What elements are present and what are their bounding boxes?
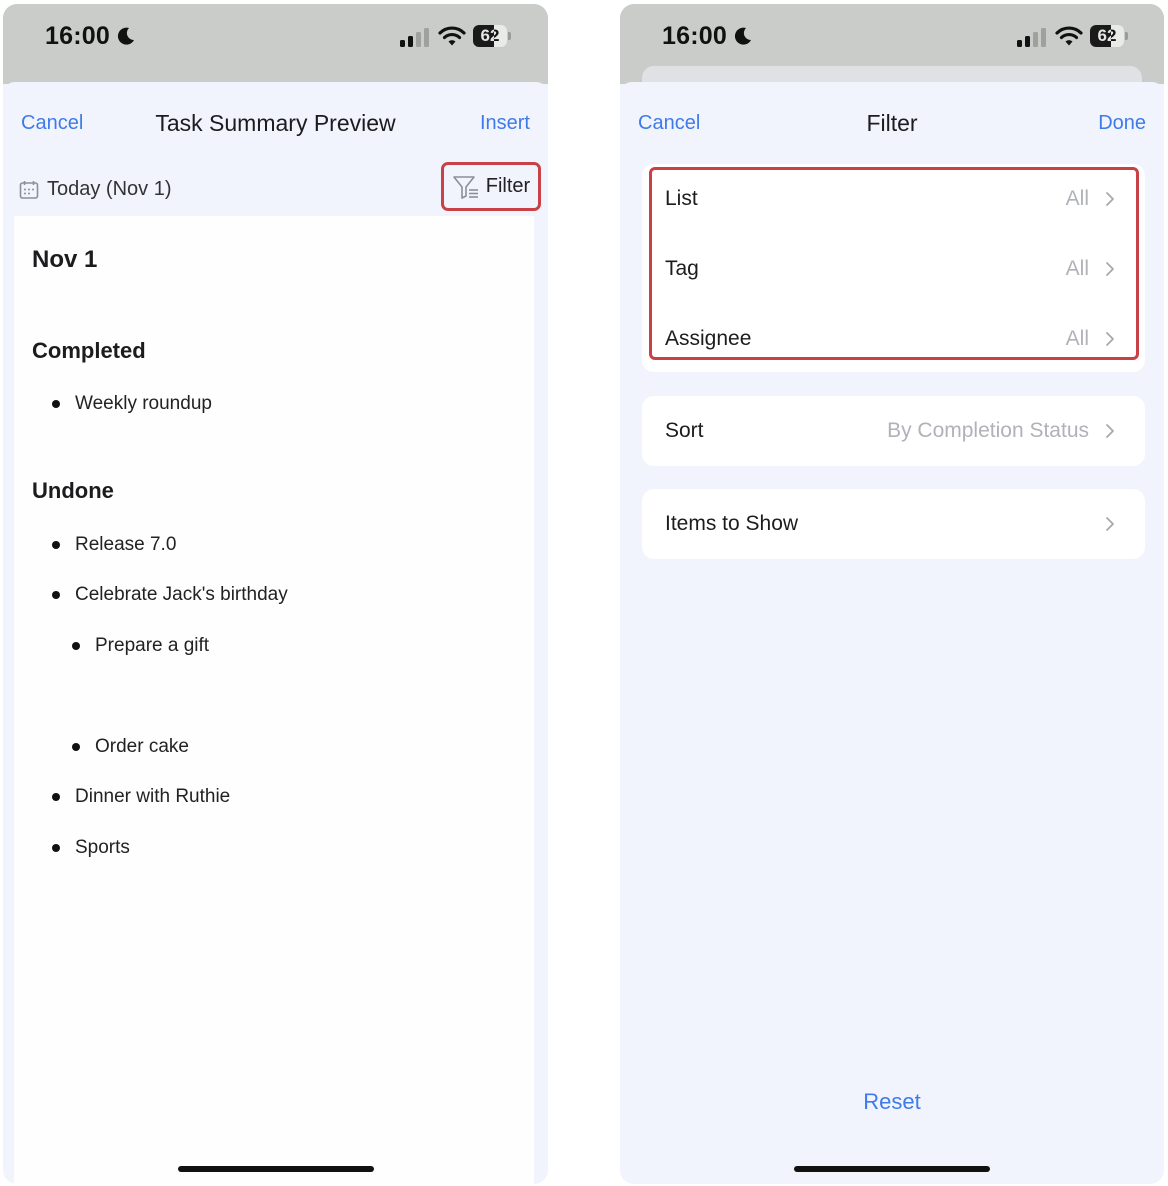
filter-row-list[interactable]: List All — [642, 164, 1145, 234]
items-to-show-label: Items to Show — [665, 512, 799, 535]
filter-button[interactable]: Filter — [441, 162, 541, 211]
list-item: Weekly roundup — [52, 393, 212, 415]
list-item: Dinner with Ruthie — [52, 786, 230, 808]
sort-row[interactable]: Sort By Completion Status — [642, 396, 1145, 466]
page-title: Filter — [866, 110, 918, 136]
completed-heading: Completed — [32, 338, 146, 363]
page-title: Task Summary Preview — [155, 110, 396, 136]
filter-row-value: All — [1065, 327, 1089, 350]
date-label: Today (Nov 1) — [47, 178, 172, 200]
status-time: 16:00 — [662, 22, 727, 50]
battery-icon: 62 — [473, 25, 511, 47]
home-indicator — [177, 1166, 374, 1172]
list-item: Order cake — [72, 736, 189, 758]
filter-screen: 16:00 62 Cancel Filter Done List All Tag… — [620, 4, 1164, 1184]
filter-button-label: Filter — [485, 175, 531, 197]
undone-heading: Undone — [32, 478, 114, 503]
date-range-selector[interactable]: Today (Nov 1) — [19, 178, 172, 201]
chevron-right-icon — [1106, 332, 1114, 346]
battery-icon: 62 — [1090, 25, 1128, 47]
done-button[interactable]: Done — [1098, 112, 1146, 135]
list-item: Sports — [52, 837, 130, 859]
filter-row-value: All — [1065, 257, 1089, 280]
items-to-show-row[interactable]: Items to Show — [642, 489, 1145, 559]
list-item: Release 7.0 — [52, 534, 176, 556]
home-indicator — [794, 1166, 990, 1172]
calendar-icon — [19, 180, 39, 199]
reset-button[interactable]: Reset — [620, 1089, 1164, 1115]
chevron-right-icon — [1106, 262, 1114, 276]
wifi-icon — [438, 26, 466, 46]
battery-percentage: 62 — [1097, 26, 1117, 45]
list-item: Celebrate Jack's birthday — [52, 584, 288, 606]
status-bar: 16:00 62 — [3, 4, 548, 84]
chevron-right-icon — [1106, 517, 1114, 531]
status-time: 16:00 — [45, 22, 110, 50]
filter-row-label: List — [665, 187, 698, 210]
filter-criteria-group: List All Tag All Assignee All — [642, 164, 1145, 372]
sort-label: Sort — [665, 419, 704, 442]
chevron-right-icon — [1106, 424, 1114, 438]
wifi-icon — [1055, 26, 1083, 46]
filter-icon — [452, 175, 478, 199]
filter-sheet: Cancel Filter Done List All Tag All Assi… — [620, 82, 1164, 1184]
sort-value: By Completion Status — [887, 419, 1089, 442]
filter-row-assignee[interactable]: Assignee All — [642, 304, 1145, 374]
signal-icon — [400, 28, 429, 47]
chevron-right-icon — [1106, 192, 1114, 206]
list-item: Prepare a gift — [72, 635, 209, 657]
insert-button[interactable]: Insert — [480, 112, 530, 135]
signal-icon — [1017, 28, 1046, 47]
filter-row-label: Tag — [665, 257, 699, 280]
summary-preview-card: Nov 1 Completed Weekly roundup Undone Re… — [14, 216, 534, 1184]
items-to-show-group: Items to Show — [642, 489, 1145, 559]
status-bar: 16:00 62 — [620, 4, 1164, 96]
sort-group: Sort By Completion Status — [642, 396, 1145, 466]
moon-icon — [117, 27, 134, 45]
preview-sheet: Cancel Task Summary Preview Insert Today… — [3, 82, 548, 1184]
moon-icon — [734, 27, 751, 45]
battery-percentage: 62 — [480, 26, 500, 45]
date-heading: Nov 1 — [32, 246, 98, 273]
filter-row-label: Assignee — [665, 327, 752, 350]
filter-row-tag[interactable]: Tag All — [642, 234, 1145, 304]
task-summary-preview-screen: 16:00 62 Cancel Task Summary Preview Ins… — [3, 4, 548, 1184]
filter-row-value: All — [1065, 187, 1089, 210]
